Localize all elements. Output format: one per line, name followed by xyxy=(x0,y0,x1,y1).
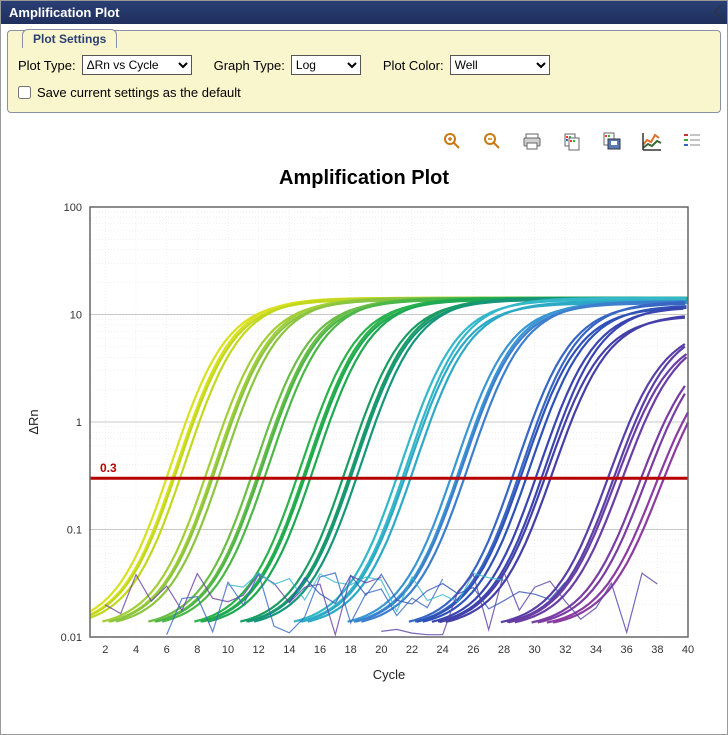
save-default-row: Save current settings as the default xyxy=(18,85,710,100)
plot-settings-tab[interactable]: Plot Settings xyxy=(22,29,117,48)
plot-type-label: Plot Type: xyxy=(18,58,76,73)
svg-text:10: 10 xyxy=(70,310,82,322)
legend-icon[interactable] xyxy=(681,130,703,152)
chart-toolbar xyxy=(1,119,727,161)
svg-text:18: 18 xyxy=(345,644,357,656)
svg-text:20: 20 xyxy=(375,644,387,656)
svg-text:30: 30 xyxy=(529,644,541,656)
graph-type-select[interactable]: Log xyxy=(291,55,361,75)
svg-text:4: 4 xyxy=(133,644,139,656)
svg-text:34: 34 xyxy=(590,644,602,656)
svg-text:22: 22 xyxy=(406,644,418,656)
svg-text:36: 36 xyxy=(621,644,633,656)
svg-text:14: 14 xyxy=(283,644,295,656)
svg-text:16: 16 xyxy=(314,644,326,656)
svg-text:32: 32 xyxy=(559,644,571,656)
svg-text:10: 10 xyxy=(222,644,234,656)
plot-type-select[interactable]: ΔRn vs Cycle xyxy=(82,55,192,75)
svg-text:0.1: 0.1 xyxy=(67,525,82,537)
svg-text:24: 24 xyxy=(437,644,449,656)
save-image-icon[interactable] xyxy=(601,130,623,152)
svg-text:8: 8 xyxy=(194,644,200,656)
svg-text:28: 28 xyxy=(498,644,510,656)
plot-color-select[interactable]: Well xyxy=(450,55,550,75)
save-default-checkbox[interactable] xyxy=(18,86,31,99)
svg-text:2: 2 xyxy=(102,644,108,656)
window-titlebar: Amplification Plot xyxy=(1,1,727,24)
svg-text:40: 40 xyxy=(682,644,694,656)
svg-text:0.01: 0.01 xyxy=(61,632,82,644)
amplification-chart: 0.010.1110100246810121416182022242628303… xyxy=(20,192,708,692)
svg-text:ΔRn: ΔRn xyxy=(26,409,41,434)
svg-text:38: 38 xyxy=(651,644,663,656)
svg-text:12: 12 xyxy=(253,644,265,656)
svg-text:26: 26 xyxy=(467,644,479,656)
zoom-in-icon[interactable] xyxy=(441,130,463,152)
plot-color-label: Plot Color: xyxy=(383,58,444,73)
amplification-plot-window: Amplification Plot Plot Settings Plot Ty… xyxy=(0,0,728,735)
svg-text:1: 1 xyxy=(76,417,82,429)
svg-text:6: 6 xyxy=(164,644,170,656)
zoom-out-icon[interactable] xyxy=(481,130,503,152)
chart-title: Amplification Plot xyxy=(1,167,727,190)
svg-text:100: 100 xyxy=(64,202,82,214)
svg-text:0.3: 0.3 xyxy=(100,461,117,475)
plot-settings-panel: Plot Settings Plot Type: ΔRn vs Cycle Gr… xyxy=(7,30,721,113)
svg-text:Cycle: Cycle xyxy=(373,667,406,682)
settings-row-1: Plot Type: ΔRn vs Cycle Graph Type: Log … xyxy=(18,55,710,75)
chart-area: Amplification Plot 0.010.111010024681012… xyxy=(1,167,727,717)
save-default-label: Save current settings as the default xyxy=(37,85,241,100)
window-title: Amplification Plot xyxy=(9,5,120,20)
print-icon[interactable] xyxy=(521,130,543,152)
copy-plot-icon[interactable] xyxy=(561,130,583,152)
edit-plot-icon[interactable] xyxy=(641,130,663,152)
graph-type-label: Graph Type: xyxy=(214,58,285,73)
